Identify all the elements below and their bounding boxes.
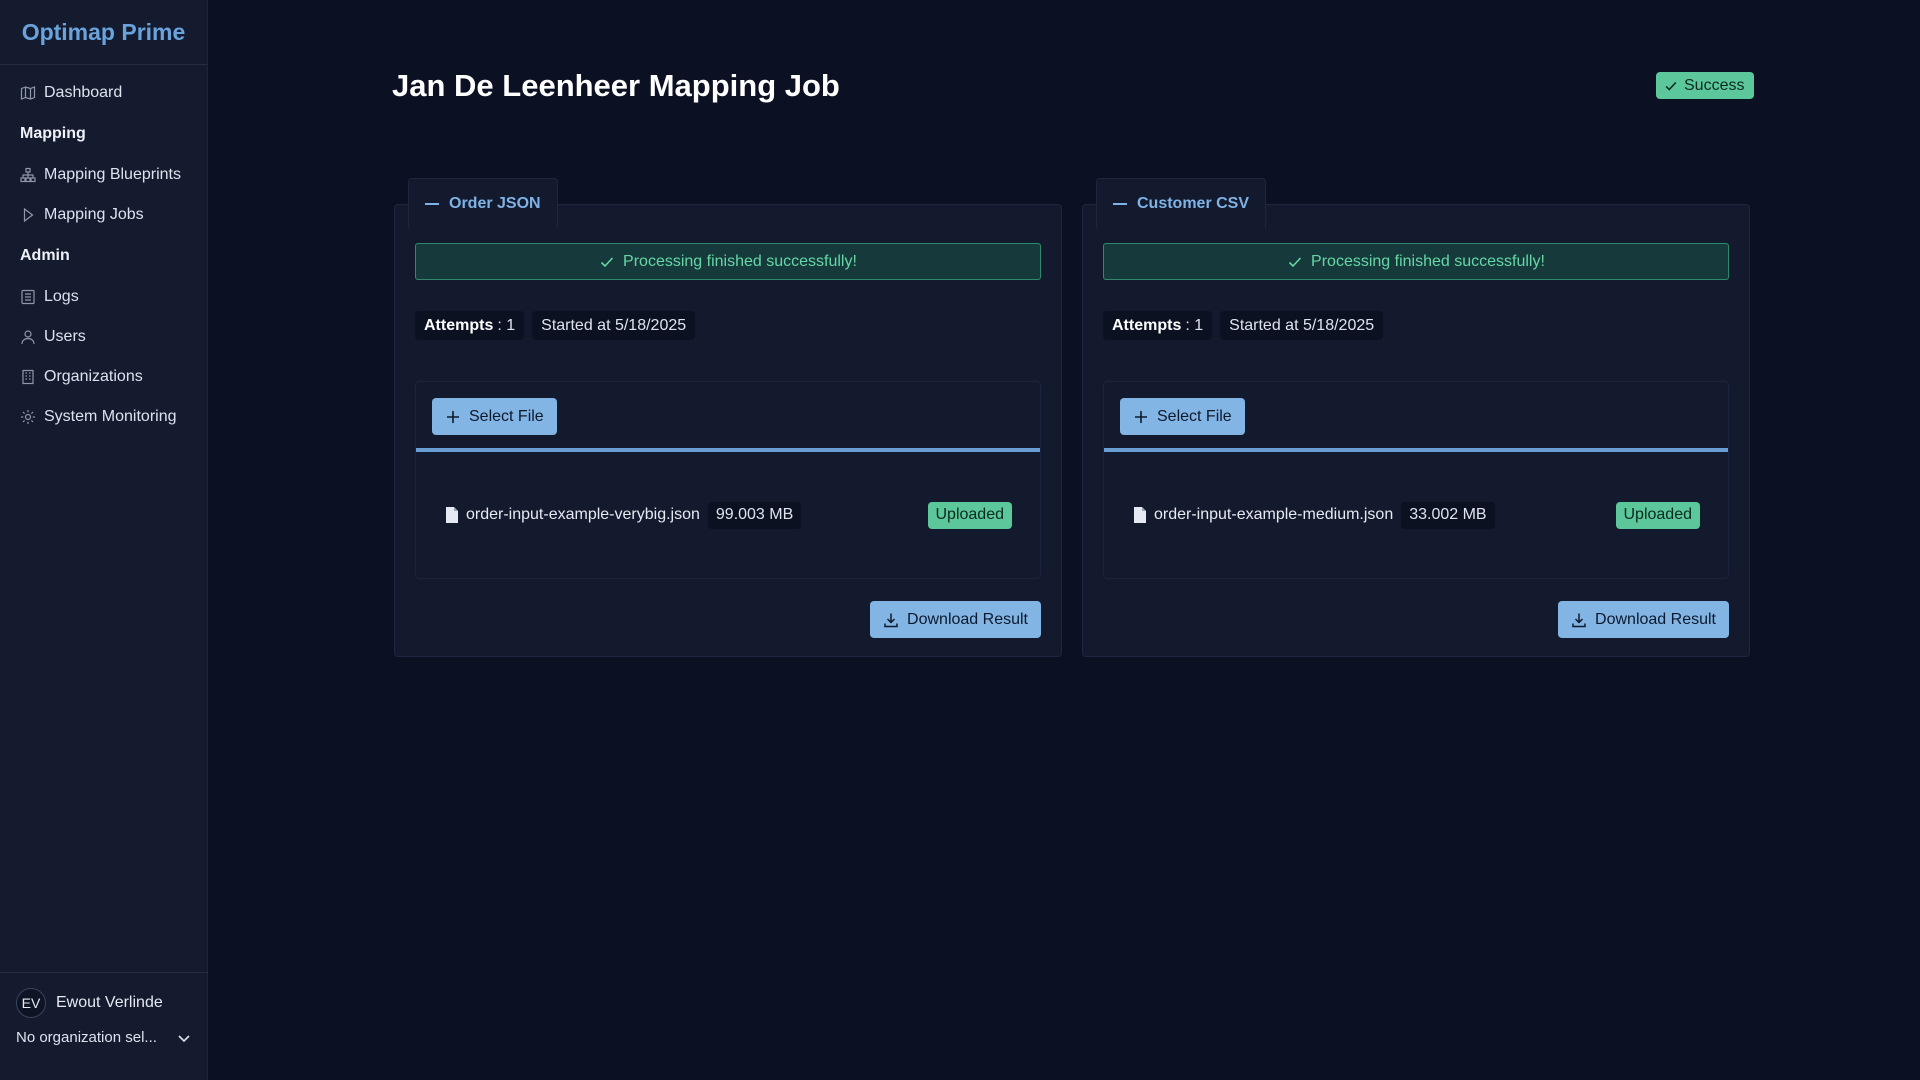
brand-title[interactable]: Optimap Prime	[0, 0, 207, 65]
download-icon	[1572, 613, 1586, 627]
attempts-value: : 1	[1185, 316, 1204, 334]
user-menu[interactable]: EV Ewout Verlinde	[16, 987, 192, 1019]
download-result-button[interactable]: Download Result	[870, 601, 1041, 638]
sidebar-footer: EV Ewout Verlinde No organization sel...	[0, 972, 208, 1080]
sidebar-item-label: Users	[44, 328, 86, 345]
sidebar-item-organizations[interactable]: Organizations	[0, 357, 207, 397]
check-icon	[1288, 256, 1302, 267]
sidebar-item-label: Mapping Blueprints	[44, 166, 181, 183]
user-name: Ewout Verlinde	[56, 994, 163, 1011]
panel-legend: Customer CSV	[1137, 194, 1250, 212]
panel-order-json: Order JSON Processing finished successfu…	[394, 178, 1062, 657]
select-file-button[interactable]: Select File	[432, 398, 557, 435]
play-icon	[20, 207, 36, 223]
success-message-text: Processing finished successfully!	[1311, 252, 1545, 270]
attempts-chip: Attempts : 1	[415, 311, 525, 340]
file-name: order-input-example-medium.json	[1154, 506, 1394, 523]
select-file-label: Select File	[1157, 407, 1232, 425]
success-message-text: Processing finished successfully!	[623, 252, 857, 270]
started-chip: Started at 5/18/2025	[1220, 311, 1384, 340]
select-file-label: Select File	[469, 407, 544, 425]
sidebar-item-mapping-jobs[interactable]: Mapping Jobs	[0, 195, 207, 235]
user-icon	[20, 329, 36, 345]
job-meta: Attempts : 1 Started at 5/18/2025	[415, 311, 696, 340]
panel-customer-csv: Customer CSV Processing finished success…	[1082, 178, 1750, 657]
avatar: EV	[16, 988, 46, 1018]
attempts-value: : 1	[497, 316, 516, 334]
sidebar-section-admin: Admin	[20, 247, 70, 264]
sidebar-section-mapping: Mapping	[20, 125, 86, 142]
sidebar-nav: Dashboard Mapping Mapping Blueprints Map…	[0, 65, 207, 437]
panel-legend: Order JSON	[449, 194, 541, 212]
sidebar-item-system-monitoring[interactable]: System Monitoring	[0, 397, 207, 437]
plus-icon	[1135, 410, 1147, 423]
attempts-label: Attempts	[1112, 316, 1182, 334]
uploaded-badge: Uploaded	[927, 501, 1012, 529]
sitemap-icon	[20, 167, 36, 183]
download-result-label: Download Result	[1595, 610, 1716, 628]
sidebar-item-label: Organizations	[44, 368, 143, 385]
started-chip: Started at 5/18/2025	[532, 311, 696, 340]
chevron-down-icon	[178, 1034, 190, 1042]
file-row: order-input-example-medium.json 33.002 M…	[1134, 500, 1700, 530]
check-icon	[1665, 81, 1677, 91]
select-file-button[interactable]: Select File	[1120, 398, 1245, 435]
sidebar: Optimap Prime Dashboard Mapping Mapping …	[0, 0, 208, 1080]
uploaded-badge: Uploaded	[1615, 501, 1700, 529]
download-result-button[interactable]: Download Result	[1558, 601, 1729, 638]
cog-icon	[20, 409, 36, 425]
sidebar-item-logs[interactable]: Logs	[0, 277, 207, 317]
file-upload-header: Select File	[416, 382, 1040, 452]
status-badge: Success	[1656, 72, 1755, 99]
sidebar-item-label: Mapping Jobs	[44, 206, 144, 223]
panel-toggle[interactable]: Customer CSV	[1096, 178, 1267, 228]
file-icon	[446, 507, 458, 523]
sidebar-item-label: Dashboard	[44, 84, 123, 101]
job-meta: Attempts : 1 Started at 5/18/2025	[1103, 311, 1384, 340]
sidebar-item-users[interactable]: Users	[0, 317, 207, 357]
file-upload: Select File order-input-example-verybig.…	[415, 381, 1041, 579]
attempts-label: Attempts	[424, 316, 494, 334]
file-upload: Select File order-input-example-medium.j…	[1103, 381, 1729, 579]
status-badge-label: Success	[1684, 76, 1745, 94]
organization-select[interactable]: No organization sel...	[16, 1029, 192, 1046]
check-icon	[600, 256, 614, 267]
sidebar-item-mapping-blueprints[interactable]: Mapping Blueprints	[0, 155, 207, 195]
organization-select-value: No organization sel...	[16, 1029, 157, 1046]
plus-icon	[447, 410, 459, 423]
panel-toggle[interactable]: Order JSON	[408, 178, 558, 228]
file-upload-header: Select File	[1104, 382, 1728, 452]
file-size: 33.002 MB	[1401, 501, 1495, 529]
success-message: Processing finished successfully!	[415, 243, 1041, 280]
minus-icon	[1113, 202, 1127, 205]
success-message: Processing finished successfully!	[1103, 243, 1729, 280]
file-icon	[1134, 507, 1146, 523]
download-icon	[884, 613, 898, 627]
list-icon	[20, 289, 36, 305]
attempts-chip: Attempts : 1	[1103, 311, 1213, 340]
building-icon	[20, 369, 36, 385]
file-row: order-input-example-verybig.json 99.003 …	[446, 500, 1012, 530]
sidebar-item-label: System Monitoring	[44, 408, 177, 425]
file-name: order-input-example-verybig.json	[466, 506, 700, 523]
file-size: 99.003 MB	[707, 501, 802, 529]
page-title: Jan De Leenheer Mapping Job	[392, 68, 840, 103]
minus-icon	[425, 202, 439, 205]
sidebar-item-dashboard[interactable]: Dashboard	[0, 73, 207, 113]
map-icon	[20, 85, 36, 101]
download-result-label: Download Result	[907, 610, 1028, 628]
sidebar-item-label: Logs	[44, 288, 79, 305]
